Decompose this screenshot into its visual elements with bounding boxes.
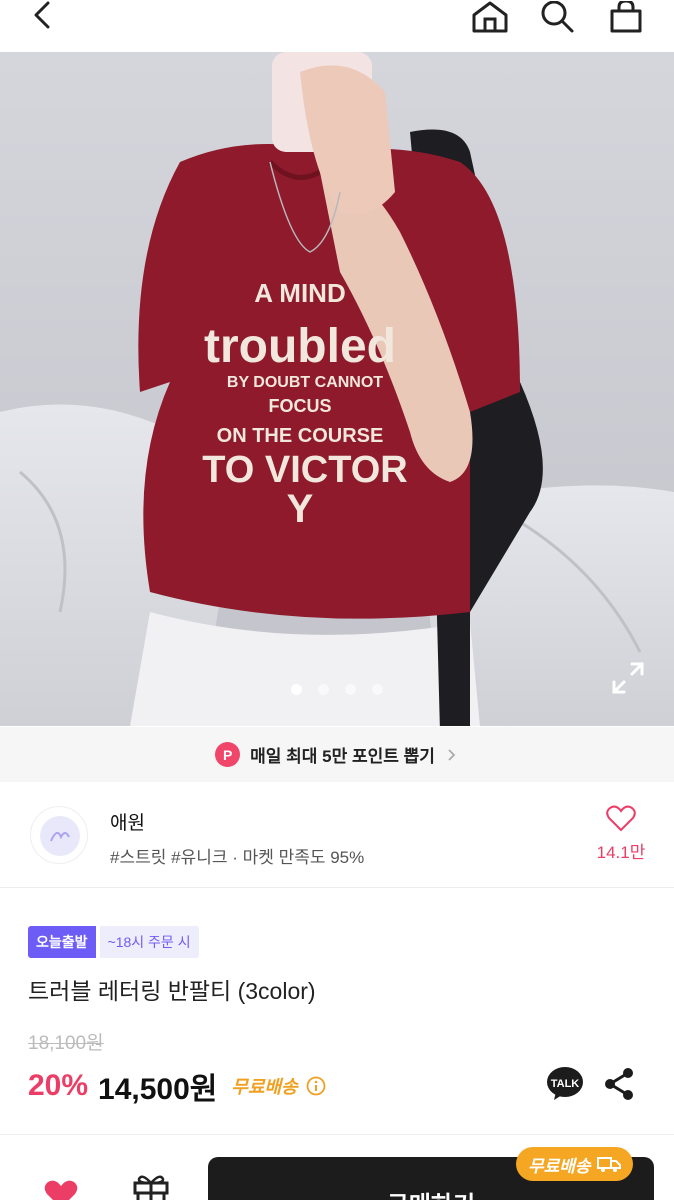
store-name[interactable]: 애원 bbox=[110, 808, 145, 835]
product-title: 트러블 레터링 반팔티 (3color) bbox=[28, 978, 316, 1004]
product-photo-illustration: A MIND troubled BY DOUBT CANNOT FOCUS ON… bbox=[0, 52, 674, 726]
store-logo[interactable] bbox=[30, 806, 88, 864]
expand-icon bbox=[612, 662, 644, 694]
home-button[interactable] bbox=[468, 0, 512, 36]
talk-icon: TALK bbox=[547, 1067, 583, 1100]
shirt-print-line: BY DOUBT CANNOT bbox=[227, 374, 383, 391]
original-price: 18,100원 bbox=[28, 1033, 104, 1054]
free-shipping-bubble-text: 무료배송 bbox=[528, 1156, 591, 1176]
carousel-dots bbox=[0, 684, 674, 695]
carousel-dot[interactable] bbox=[318, 684, 329, 695]
shirt-print-line: A MIND bbox=[254, 278, 345, 308]
back-arrow-icon bbox=[34, 1, 50, 29]
bottom-action-bar: 구매하기 무료배송 bbox=[0, 1134, 674, 1200]
chevron-right-icon bbox=[448, 748, 456, 761]
share-icon bbox=[605, 1068, 633, 1100]
heart-outline-icon bbox=[606, 805, 636, 832]
home-icon bbox=[472, 1, 508, 33]
points-banner-text: 매일 최대 5만 포인트 뽑기 bbox=[250, 747, 435, 766]
carousel-dot[interactable] bbox=[291, 684, 302, 695]
shirt-print-line: ON THE COURSE bbox=[217, 425, 384, 447]
discount-rate: 20% bbox=[28, 1069, 89, 1102]
like-count: 14.1만 bbox=[596, 843, 646, 862]
back-button[interactable] bbox=[22, 0, 62, 34]
store-like-button[interactable]: 14.1만 bbox=[588, 804, 654, 868]
points-banner[interactable]: P 매일 최대 5만 포인트 뽑기 bbox=[0, 727, 674, 782]
delivery-badges: 오늘출발 ~18시 주문 시 bbox=[28, 926, 199, 958]
sale-price: 14,500원 bbox=[98, 1073, 218, 1106]
wishlist-heart-icon[interactable] bbox=[44, 1179, 78, 1200]
order-cutoff-badge: ~18시 주문 시 bbox=[99, 926, 199, 958]
store-info[interactable]: 애원 #스트릿 #유니크 · 마켓 만족도 95% 14.1만 bbox=[0, 784, 674, 888]
store-logo-icon bbox=[40, 816, 80, 856]
top-bar bbox=[0, 0, 674, 52]
carousel-dot[interactable] bbox=[345, 684, 356, 695]
kakao-talk-button[interactable]: TALK bbox=[546, 1066, 584, 1102]
search-icon bbox=[541, 1, 574, 33]
free-shipping-label: 무료배송 bbox=[231, 1077, 298, 1097]
search-button[interactable] bbox=[536, 0, 580, 36]
carousel-dot[interactable] bbox=[372, 684, 383, 695]
price-row: 20% 14,500원 무료배송 bbox=[28, 1064, 326, 1108]
shirt-print-line: TO VICTOR bbox=[202, 449, 408, 491]
product-image[interactable]: A MIND troubled BY DOUBT CANNOT FOCUS ON… bbox=[0, 52, 674, 726]
delivery-truck-icon bbox=[596, 1157, 621, 1172]
svg-text:TALK: TALK bbox=[551, 1078, 580, 1090]
shirt-print-line: FOCUS bbox=[269, 396, 332, 416]
share-button[interactable] bbox=[602, 1066, 636, 1102]
today-shipping-badge: 오늘출발 bbox=[28, 926, 96, 958]
points-icon: P bbox=[215, 742, 241, 767]
free-shipping-bubble: 무료배송 bbox=[516, 1147, 633, 1181]
buy-button-label: 구매하기 bbox=[387, 1185, 475, 1200]
cart-button[interactable] bbox=[604, 0, 648, 36]
info-icon[interactable] bbox=[306, 1076, 326, 1096]
shirt-print-line: Y bbox=[287, 487, 314, 531]
shirt-print-line: troubled bbox=[204, 320, 396, 373]
store-tags: #스트릿 #유니크 · 마켓 만족도 95% bbox=[110, 848, 365, 867]
gift-icon[interactable] bbox=[132, 1171, 170, 1200]
expand-button[interactable] bbox=[606, 656, 650, 700]
shopping-bag-icon bbox=[610, 1, 642, 33]
